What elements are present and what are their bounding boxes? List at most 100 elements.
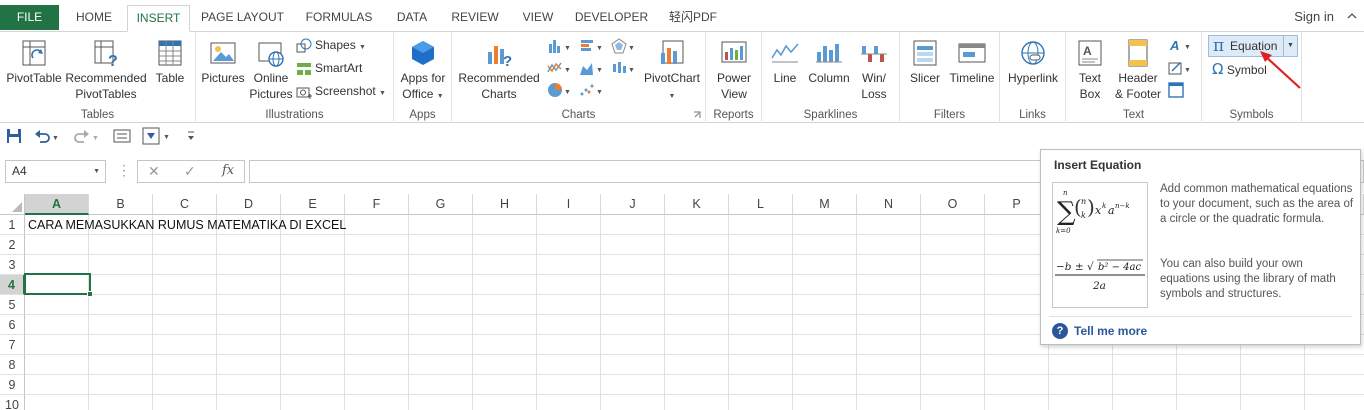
tell-me-more-link[interactable]: Tell me more: [1074, 324, 1147, 338]
row-header-4[interactable]: 4: [0, 275, 25, 295]
tab-view[interactable]: VIEW: [510, 5, 566, 32]
name-box[interactable]: A4 ▼: [5, 160, 106, 183]
column-header-l[interactable]: L: [729, 194, 793, 215]
screenshot-icon: [296, 87, 312, 99]
redo-icon[interactable]: ▼: [74, 128, 100, 144]
header-footer-button[interactable]: Header & Footer: [1110, 38, 1166, 102]
apps-for-office-button[interactable]: Apps for Office ▼: [397, 38, 449, 105]
area-chart-icon[interactable]: ▼: [579, 60, 605, 76]
column-header-n[interactable]: N: [857, 194, 921, 215]
row-header-2[interactable]: 2: [0, 235, 25, 255]
column-header-h[interactable]: H: [473, 194, 537, 215]
tab-file[interactable]: FILE: [0, 5, 59, 30]
collapse-ribbon-icon[interactable]: [1346, 10, 1358, 22]
svg-text:▼: ▼: [596, 45, 603, 52]
omega-icon: Ω: [1212, 60, 1224, 78]
cancel-icon[interactable]: ✕: [148, 163, 160, 180]
row-header-1[interactable]: 1: [0, 215, 25, 235]
pictures-icon: [210, 42, 236, 64]
sparkline-column-button[interactable]: Column: [806, 38, 852, 86]
svg-text:a: a: [1108, 204, 1115, 217]
timeline-button[interactable]: Timeline: [946, 38, 998, 86]
row-header-8[interactable]: 8: [0, 355, 25, 375]
undo-icon[interactable]: ▼: [34, 128, 60, 144]
gridline-vertical: [152, 215, 153, 410]
tab-insert[interactable]: INSERT: [127, 5, 190, 32]
row-header-5[interactable]: 5: [0, 295, 25, 315]
row-header-10[interactable]: 10: [0, 395, 25, 410]
column-header-e[interactable]: E: [281, 194, 345, 215]
hyperlink-button[interactable]: Hyperlink: [1003, 38, 1063, 86]
select-all-corner[interactable]: [0, 194, 25, 215]
svg-text:n: n: [1081, 197, 1086, 206]
sort-filter-icon[interactable]: ▼: [142, 127, 172, 145]
tab-data[interactable]: DATA: [384, 5, 440, 32]
row-header-7[interactable]: 7: [0, 335, 25, 355]
column-header-d[interactable]: D: [217, 194, 281, 215]
stock-chart-icon[interactable]: ▼: [611, 60, 637, 76]
pivotchart-button[interactable]: PivotChart ▼: [640, 38, 704, 105]
row-header-6[interactable]: 6: [0, 315, 25, 335]
pie-chart-icon[interactable]: ▼: [547, 82, 573, 98]
fill-handle[interactable]: [87, 291, 93, 297]
tab-review[interactable]: REVIEW: [442, 5, 508, 32]
radar-chart-icon[interactable]: ▼: [611, 38, 637, 54]
column-header-f[interactable]: F: [345, 194, 409, 215]
recommended-charts-button[interactable]: ? Recommended Charts: [456, 38, 542, 102]
column-header-b[interactable]: B: [89, 194, 153, 215]
slicer-button[interactable]: Slicer: [904, 38, 946, 86]
tab-page-layout[interactable]: PAGE LAYOUT: [192, 5, 293, 32]
scatter-chart-icon[interactable]: ▼: [579, 82, 605, 98]
cell-a1[interactable]: CARA MEMASUKKAN RUMUS MATEMATIKA DI EXCE…: [28, 218, 346, 232]
form-icon[interactable]: [113, 128, 131, 144]
online-pictures-button[interactable]: Online Pictures: [248, 38, 294, 102]
wordart-icon[interactable]: A ▼: [1168, 37, 1198, 53]
row-header-9[interactable]: 9: [0, 375, 25, 395]
active-cell-a4[interactable]: [24, 273, 91, 295]
column-header-o[interactable]: O: [921, 194, 985, 215]
insert-equation-tooltip: Insert Equation n ∑ k=0 ( n k ) x k a n−…: [1040, 149, 1361, 345]
tab-formulas[interactable]: FORMULAS: [296, 5, 382, 32]
power-view-button[interactable]: Power View: [708, 38, 760, 102]
save-icon[interactable]: [6, 128, 22, 144]
pivottable-button[interactable]: PivotTable: [4, 38, 64, 86]
sparkline-line-button[interactable]: Line: [766, 38, 804, 86]
group-charts: ? Recommended Charts ▼ ▼ ▼ ▼ ▼ ▼ ▼ ▼ Pivo…: [452, 32, 706, 123]
column-header-g[interactable]: G: [409, 194, 473, 215]
column-chart-icon[interactable]: ▼: [547, 38, 573, 54]
smartart-button[interactable]: SmartArt: [296, 58, 362, 78]
shapes-button[interactable]: Shapes ▼: [296, 35, 366, 55]
charts-dialog-launcher-icon[interactable]: [693, 111, 701, 119]
text-box-button[interactable]: A Text Box: [1070, 38, 1110, 102]
column-header-i[interactable]: I: [537, 194, 601, 215]
sign-in-link[interactable]: Sign in: [1294, 9, 1334, 24]
pictures-button[interactable]: Pictures: [200, 38, 246, 86]
column-header-m[interactable]: M: [793, 194, 857, 215]
tab-developer[interactable]: DEVELOPER: [568, 5, 655, 32]
tab-pdf[interactable]: 轻闪PDF: [658, 5, 728, 32]
column-header-a[interactable]: A: [25, 194, 89, 215]
online-pictures-icon: [258, 42, 284, 67]
help-icon[interactable]: ?: [1052, 323, 1068, 339]
svg-text:▼: ▼: [52, 135, 59, 142]
svg-text:?: ?: [108, 53, 118, 68]
insert-function-icon[interactable]: fx: [222, 163, 234, 178]
table-button[interactable]: Table: [148, 38, 192, 86]
row-header-3[interactable]: 3: [0, 255, 25, 275]
bar-chart-icon[interactable]: ▼: [579, 38, 605, 54]
customize-qat-icon[interactable]: [186, 129, 196, 143]
enter-icon[interactable]: ✓: [184, 163, 196, 180]
line-chart-icon[interactable]: ▼: [547, 60, 573, 76]
tab-home[interactable]: HOME: [62, 5, 126, 32]
svg-text:▼: ▼: [163, 134, 170, 141]
recommended-pivottables-button[interactable]: ? Recommended PivotTables: [64, 38, 148, 102]
column-header-c[interactable]: C: [153, 194, 217, 215]
power-view-icon: [721, 41, 747, 63]
signature-line-icon[interactable]: ▼: [1168, 60, 1198, 76]
sparkline-winloss-button[interactable]: Win/Loss: [854, 38, 894, 102]
screenshot-button[interactable]: Screenshot ▼: [296, 81, 386, 101]
name-box-dropdown-icon[interactable]: ▼: [93, 161, 100, 182]
column-header-j[interactable]: J: [601, 194, 665, 215]
column-header-k[interactable]: K: [665, 194, 729, 215]
object-icon[interactable]: [1168, 82, 1186, 98]
